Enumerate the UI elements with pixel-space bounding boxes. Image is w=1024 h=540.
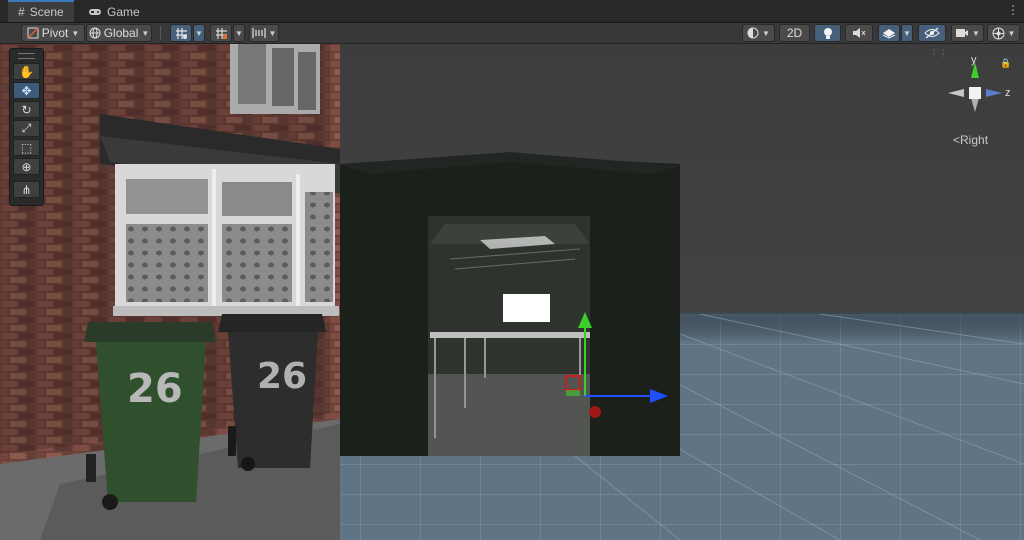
camera-settings-dropdown[interactable]: ▼ [951,24,984,42]
pivot-label: Pivot [41,26,69,40]
chevron-down-icon: ▼ [141,28,150,38]
chevron-down-icon: ▼ [195,28,203,38]
view-orientation-label[interactable]: <Right [953,133,988,147]
lightbulb-icon [823,27,832,39]
grid-snap-icon [175,27,187,39]
scene-visibility-toggle[interactable] [918,24,946,42]
lock-icon[interactable]: 🔒 [1000,58,1011,69]
gizmo-axis-y: y [971,54,977,66]
draw-mode-dropdown[interactable]: ▼ [742,24,775,42]
perspective-icon: < [953,133,961,147]
chevron-down-icon: ▼ [762,28,770,38]
gizmo-axis-z: z [1005,87,1011,99]
gamepad-icon [89,9,101,15]
global-dropdown[interactable]: Global ▼ [86,24,152,42]
align-dropdown[interactable]: ▼ [249,24,279,42]
chevron-down-icon: ▼ [1007,28,1016,38]
dark-bin-number: 26 [257,356,308,397]
tab-scene[interactable]: # Scene [8,0,74,22]
effects-layers-icon [882,29,896,39]
scene-render [0,44,1024,540]
scene-viewport[interactable]: 26 26 ✋ ✥ ↻ ⤢ ⬚ ⊕ ⋔ ⋮⋮ y z 🔒 <Right [0,44,1024,540]
chevron-down-icon: ▼ [972,28,980,38]
tab-scene-label: Scene [29,5,64,19]
effects-toggle-button[interactable] [878,24,900,42]
green-bin-number: 26 [127,366,183,412]
lighting-toggle-button[interactable] [814,24,841,42]
chevron-down-icon: ▼ [903,28,911,38]
drag-handle-icon[interactable] [18,53,35,59]
grid-snapping-dropdown[interactable]: ▼ [193,24,205,42]
mute-icon [853,28,866,38]
gizmo-globe-icon [992,27,1005,39]
rect-transform-icon: ⬚ [20,140,33,155]
hand-icon: ✋ [19,64,34,79]
snap-increment-icon [215,27,227,39]
align-icon [251,28,266,38]
toolbar-divider [160,26,161,40]
scale-tool-button[interactable]: ⤢ [13,120,40,137]
grid-snapping-button[interactable] [170,24,192,42]
move-icon: ✥ [21,83,32,98]
scene-tools-panel: ✋ ✥ ↻ ⤢ ⬚ ⊕ ⋔ [9,48,44,206]
incremental-snap-dropdown[interactable]: ▼ [233,24,245,42]
chevron-down-icon: ▼ [235,28,243,38]
custom-tool-button[interactable]: ⋔ [13,181,40,198]
scale-icon: ⤢ [21,121,32,135]
effects-dropdown[interactable]: ▼ [901,24,913,42]
toggle-2d-button[interactable]: 2D [779,24,810,42]
rotate-icon: ↻ [21,102,32,117]
pivot-dropdown[interactable]: Pivot ▼ [21,24,85,42]
globe-icon [89,27,101,39]
transform-icon: ⊕ [21,159,32,174]
pivot-icon [27,27,39,39]
move-tool-button[interactable]: ✥ [13,82,40,99]
window-tab-bar: # Scene Game ⋮ [0,0,1024,23]
global-label: Global [103,26,139,40]
more-menu-icon[interactable]: ⋮ [1007,3,1019,17]
chevron-down-icon: ▼ [268,28,277,38]
rotate-tool-button[interactable]: ↻ [13,101,40,118]
camera-icon [956,29,969,37]
shading-icon [747,27,759,39]
incremental-snap-button[interactable] [210,24,232,42]
chevron-down-icon: ▼ [71,28,80,38]
rect-tool-button[interactable]: ⬚ [13,139,40,156]
custom-tool-icon: ⋔ [21,182,32,197]
grid-icon: # [18,5,25,19]
tab-game-label: Game [107,5,140,19]
audio-toggle-button[interactable] [845,24,873,42]
gizmos-dropdown[interactable]: ▼ [987,24,1020,42]
orientation-gizmo[interactable] [944,56,1008,124]
mode-2d-label: 2D [786,26,803,40]
view-orientation-text: Right [960,133,989,147]
tab-game[interactable]: Game [78,2,150,22]
transform-tool-button[interactable]: ⊕ [13,158,40,175]
eye-hidden-icon [924,27,940,39]
hand-tool-button[interactable]: ✋ [13,63,40,80]
scene-toolbar: Pivot ▼ Global ▼ ▼ ▼ ▼ ▼ 2D ▼ ▼ ▼ [0,23,1024,44]
